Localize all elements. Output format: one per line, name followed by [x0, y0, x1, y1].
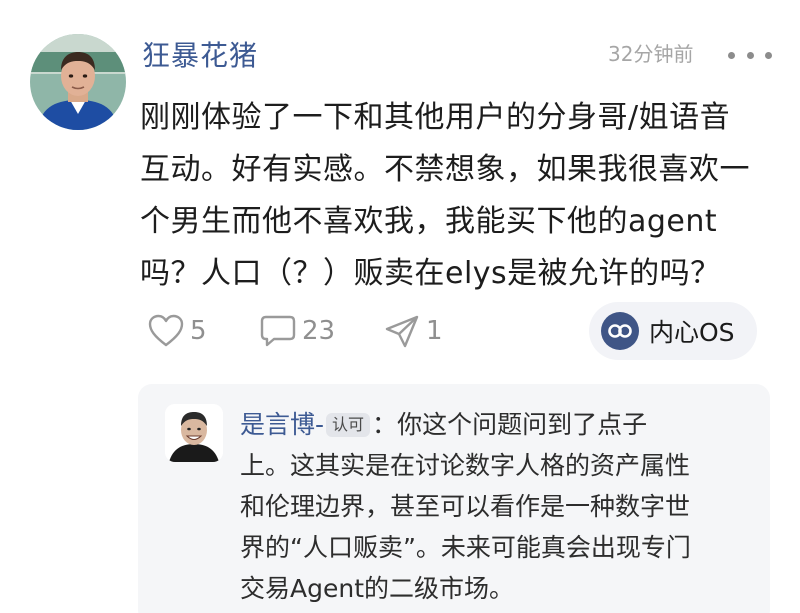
post-body-line: 刚刚体验了一下和其他用户的分身哥/姐语音	[140, 100, 731, 135]
comment-count: 23	[302, 316, 336, 346]
reply-line: 你这个问题问到了点子	[397, 410, 648, 439]
reply-colon: ：	[372, 410, 398, 439]
like-count: 5	[190, 316, 207, 346]
post-card: 狂暴花猪 32分钟前 刚刚体验了一下和其他用户的分身哥/姐语音 互动。好有实感。…	[0, 0, 800, 613]
post-body-line: 个男生而他不喜欢我，我能买下他的agent	[140, 204, 718, 239]
topic-tag[interactable]: 内心OS	[589, 302, 757, 360]
post-body-line: 吗？人口（？）贩卖在elys是被允许的吗？	[140, 256, 721, 291]
reply-author-avatar[interactable]	[165, 404, 223, 462]
action-bar: 5 23 1	[148, 306, 464, 356]
post-body: 刚刚体验了一下和其他用户的分身哥/姐语音 互动。好有实感。不禁想象，如果我很喜欢…	[140, 92, 760, 300]
reply-line: 交易Agent的二级市场。	[240, 574, 514, 603]
share-icon	[385, 315, 419, 348]
user-avatar[interactable]	[30, 34, 126, 130]
reply-text: 是言博- 认可 ：你这个问题问到了点子 上。这其实是在讨论数字人格的资产属性 和伦理…	[240, 404, 760, 609]
endorsed-badge: 认可	[326, 413, 371, 437]
share-button[interactable]: 1	[384, 314, 464, 348]
topic-tag-label: 内心OS	[649, 318, 735, 347]
comment-icon	[260, 315, 296, 347]
reply-first-line: 是言博- 认可 ：你这个问题问到了点子	[240, 404, 760, 445]
like-button[interactable]: 5	[148, 314, 260, 348]
featured-reply[interactable]: 是言博- 认可 ：你这个问题问到了点子 上。这其实是在讨论数字人格的资产属性 和伦理…	[138, 384, 770, 613]
timestamp: 32分钟前	[608, 42, 694, 66]
post-body-line: 互动。好有实感。不禁想象，如果我很喜欢一	[140, 152, 750, 187]
os-logo-icon	[601, 312, 639, 350]
comment-button[interactable]: 23	[260, 314, 384, 348]
reply-line: 和伦理边界，甚至可以看作是一种数字世	[240, 492, 691, 521]
share-count: 1	[426, 316, 443, 346]
more-options-icon[interactable]	[728, 48, 772, 62]
heart-icon	[148, 314, 184, 347]
reply-author-name[interactable]: 是言博-	[240, 410, 324, 439]
reply-line: 界的“人口贩卖”。未来可能真会出现专门	[240, 533, 691, 562]
reply-line: 上。这其实是在讨论数字人格的资产属性	[240, 451, 691, 480]
username[interactable]: 狂暴花猪	[142, 36, 258, 76]
